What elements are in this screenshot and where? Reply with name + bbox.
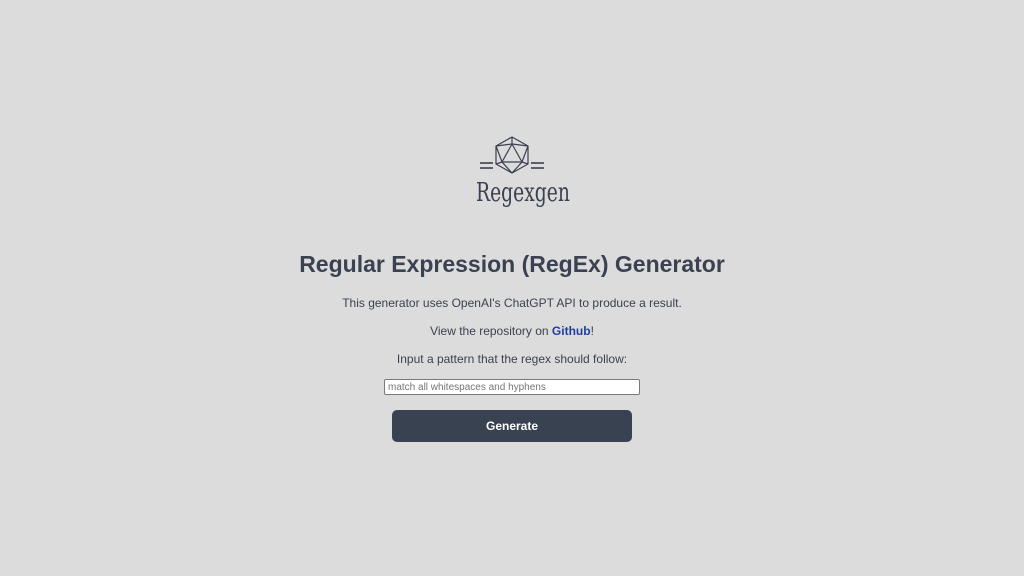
github-link[interactable]: Github	[552, 324, 591, 338]
page-title: Regular Expression (RegEx) Generator	[299, 251, 725, 277]
page: Regexgen Regular Expression (RegEx) Gene…	[0, 0, 1024, 576]
description-text: This generator uses OpenAI's ChatGPT API…	[342, 296, 682, 310]
pattern-input[interactable]	[384, 379, 640, 395]
icosahedron-icon	[480, 136, 544, 174]
repository-prefix: View the repository on	[430, 324, 552, 338]
generate-button[interactable]: Generate	[392, 410, 632, 442]
logo-wordmark: Regexgen	[476, 178, 570, 208]
app-logo: Regexgen	[462, 132, 570, 216]
repository-line: View the repository on Github!	[0, 323, 1024, 339]
repository-suffix: !	[590, 324, 594, 338]
instruction-text: Input a pattern that the regex should fo…	[396, 352, 628, 366]
